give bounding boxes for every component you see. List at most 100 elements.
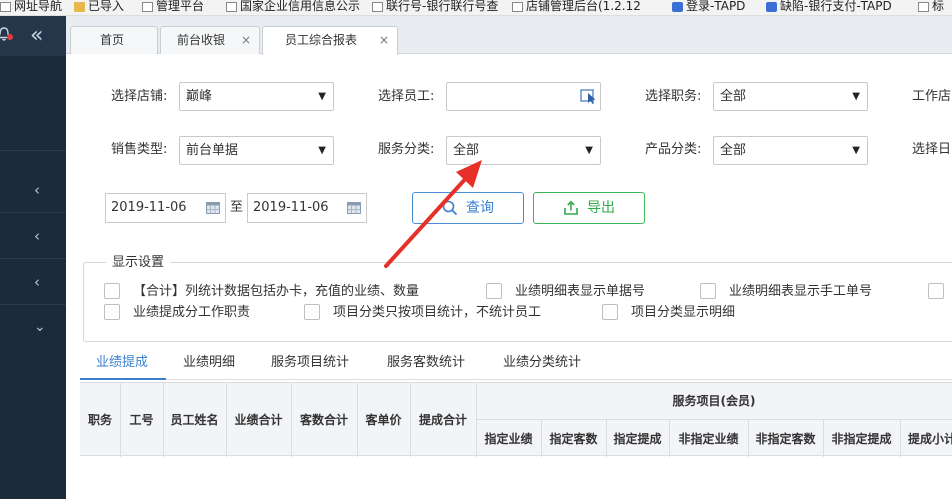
dropdown-caret-icon: ▼ <box>318 91 326 102</box>
bookmark-6[interactable]: 登录-TAPD <box>672 0 745 15</box>
column-header-designated-customers[interactable]: 指定客数 <box>541 431 606 447</box>
page-tabs-bar: 首页 前台收银 × 员工综合报表 × <box>66 16 952 55</box>
report-tab-category-stats[interactable]: 业绩分类统计 <box>503 354 581 372</box>
sidebar: « ‹ ‹ ‹ ⌄ <box>0 16 66 499</box>
column-header-non-designated-customers[interactable]: 非指定客数 <box>748 431 823 447</box>
close-icon[interactable]: × <box>379 27 389 53</box>
chevron-left-icon[interactable]: ‹ <box>34 273 40 291</box>
column-header-employee-name[interactable]: 员工姓名 <box>163 412 226 428</box>
page-icon <box>226 1 237 12</box>
tapd-icon <box>672 1 683 12</box>
column-header-designated-performance[interactable]: 指定业绩 <box>476 431 541 447</box>
service-category-select[interactable]: 全部 ▼ <box>446 136 601 165</box>
work-store-label: 工作店 <box>912 89 952 104</box>
column-header-non-designated-performance[interactable]: 非指定业绩 <box>669 431 748 447</box>
report-tab-commission[interactable]: 业绩提成 <box>96 354 148 372</box>
chevron-left-icon[interactable]: ‹ <box>34 227 40 245</box>
bookmark-8[interactable]: 标 <box>918 0 944 15</box>
display-settings-title: 显示设置 <box>106 254 171 272</box>
sidebar-divider <box>0 258 66 259</box>
tab-front-cashier[interactable]: 前台收银 × <box>160 26 260 54</box>
date-range-separator: 至 <box>230 200 244 215</box>
option-checkbox-more[interactable] <box>928 283 944 299</box>
sales-type-select[interactable]: 前台单据 ▼ <box>179 136 334 165</box>
column-header-employee-id[interactable]: 工号 <box>120 412 163 428</box>
collapse-sidebar-icon[interactable]: « <box>30 23 43 49</box>
tapd-icon <box>766 1 777 12</box>
employee-input[interactable] <box>446 82 601 111</box>
column-header-total-commission[interactable]: 提成合计 <box>410 412 476 428</box>
page-icon <box>0 1 11 12</box>
option-checkbox-show-manual-number[interactable] <box>700 283 716 299</box>
search-icon <box>442 200 458 216</box>
option-label: 项目分类显示明细 <box>631 305 736 320</box>
column-header-position[interactable]: 职务 <box>80 412 120 428</box>
date-from-input[interactable]: 2019-11-06 <box>105 193 226 223</box>
page-icon <box>918 1 929 12</box>
column-header-total-customers[interactable]: 客数合计 <box>291 412 357 428</box>
column-header-non-designated-commission[interactable]: 非指定提成 <box>823 431 900 447</box>
sidebar-header: « <box>0 16 66 56</box>
bookmark-2[interactable]: 管理平台 <box>142 0 204 15</box>
option-checkbox-category-details[interactable] <box>602 304 618 320</box>
service-category-label: 服务分类: <box>378 142 435 157</box>
bookmark-1[interactable]: 已导入 <box>74 0 124 15</box>
picker-icon[interactable] <box>580 88 597 104</box>
sidebar-divider <box>0 212 66 213</box>
option-label: 业绩提成分工作职责 <box>133 305 251 320</box>
option-label: 【合计】列统计数据包括办卡，充值的业绩、数量 <box>133 284 420 299</box>
column-header-designated-commission[interactable]: 指定提成 <box>606 431 669 447</box>
option-label: 业绩明细表显示单据号 <box>515 284 646 299</box>
bookmark-5[interactable]: 店铺管理后台(1.2.12 <box>512 0 641 15</box>
product-category-label: 产品分类: <box>645 142 702 157</box>
chevron-down-icon[interactable]: ⌄ <box>34 318 46 336</box>
option-checkbox-total-includes-cards[interactable] <box>104 283 120 299</box>
report-table-header: 职务 工号 员工姓名 业绩合计 客数合计 客单价 提成合计 服务项目(会员) 指… <box>80 382 952 457</box>
option-checkbox-category-by-project[interactable] <box>304 304 320 320</box>
bookmark-0[interactable]: 网址导航 <box>0 0 62 15</box>
page-icon <box>142 1 153 12</box>
option-label: 业绩明细表显示手工单号 <box>729 284 873 299</box>
option-checkbox-show-doc-number[interactable] <box>486 283 502 299</box>
sidebar-divider <box>0 304 66 305</box>
dropdown-caret-icon: ▼ <box>852 145 860 156</box>
folder-icon <box>74 1 85 12</box>
report-tab-service-stats[interactable]: 服务项目统计 <box>271 354 349 372</box>
export-button[interactable]: 导出 <box>533 192 645 224</box>
position-select[interactable]: 全部 ▼ <box>713 82 868 111</box>
bookmark-3[interactable]: 国家企业信用信息公示 <box>226 0 360 15</box>
option-label: 项目分类只按项目统计，不统计员工 <box>333 305 542 320</box>
store-select[interactable]: 巅峰 ▼ <box>179 82 334 111</box>
dropdown-caret-icon: ▼ <box>318 145 326 156</box>
option-checkbox-commission-by-duty[interactable] <box>104 304 120 320</box>
calendar-icon[interactable] <box>347 202 361 214</box>
page-icon <box>512 1 523 12</box>
report-tab-performance-detail[interactable]: 业绩明细 <box>183 354 235 372</box>
page-icon <box>372 1 383 12</box>
chevron-left-icon[interactable]: ‹ <box>34 181 40 199</box>
tab-employee-report[interactable]: 员工综合报表 × <box>262 26 398 55</box>
product-category-select[interactable]: 全部 ▼ <box>713 136 868 165</box>
bookmark-7[interactable]: 缺陷-银行支付-TAPD <box>766 0 892 15</box>
column-header-total-performance[interactable]: 业绩合计 <box>226 412 291 428</box>
bookmarks-bar: 网址导航 已导入 管理平台 国家企业信用信息公示 联行号-银行联行号查 店铺管理… <box>0 0 952 16</box>
display-settings-group <box>83 262 952 342</box>
notification-dot <box>7 34 13 40</box>
date-to-input[interactable]: 2019-11-06 <box>247 193 367 223</box>
calendar-icon[interactable] <box>206 202 220 214</box>
close-icon[interactable]: × <box>241 27 251 53</box>
active-tab-indicator <box>80 378 166 380</box>
column-header-avg-ticket[interactable]: 客单价 <box>357 412 410 428</box>
bookmark-4[interactable]: 联行号-银行联行号查 <box>372 0 498 15</box>
column-header-commission-subtotal[interactable]: 提成小计 <box>900 431 952 447</box>
sales-type-label: 销售类型: <box>111 142 168 157</box>
dropdown-caret-icon: ▼ <box>852 91 860 102</box>
employee-label: 选择员工: <box>378 89 435 104</box>
query-button[interactable]: 查询 <box>412 192 524 224</box>
report-tab-service-customer-stats[interactable]: 服务客数统计 <box>387 354 465 372</box>
store-label: 选择店铺: <box>111 89 168 104</box>
select-date-label: 选择日 <box>912 142 952 157</box>
tab-home[interactable]: 首页 <box>70 26 158 54</box>
dropdown-caret-icon: ▼ <box>585 145 593 156</box>
column-group-header-member-services: 服务项目(会员) <box>672 394 756 408</box>
